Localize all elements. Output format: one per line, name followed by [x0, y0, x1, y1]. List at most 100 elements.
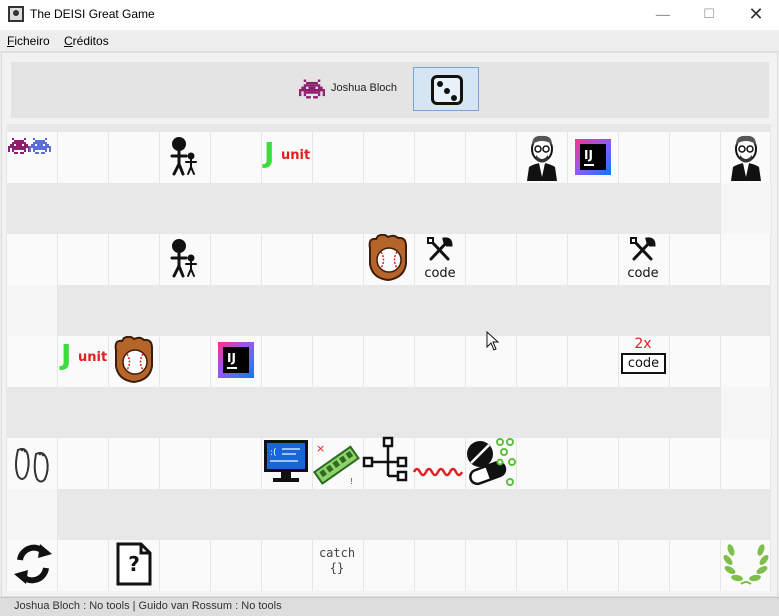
intellij-icon: IJ: [575, 139, 611, 175]
inheritance-icon: [170, 239, 197, 278]
board-square: [364, 132, 415, 183]
wrench-screwdriver-icon: [630, 237, 656, 261]
catch-braces-label: {}: [329, 561, 345, 575]
board-connector-square: [721, 183, 772, 234]
board-square: [568, 540, 619, 591]
tools-icon: code: [622, 236, 664, 284]
board-square: [160, 336, 211, 387]
board-square: [619, 132, 670, 183]
board-connector-square: [721, 387, 772, 438]
svg-text:IJ: IJ: [584, 148, 593, 162]
purple-invader-icon: [299, 79, 325, 99]
intellij-icon: IJ: [218, 342, 254, 378]
menu-ficheiro[interactable]: Ficheiro: [7, 34, 50, 48]
board-square: [109, 438, 160, 489]
roll-dice-button[interactable]: [413, 67, 479, 111]
duplicated-code-2x-label: 2x: [634, 336, 652, 352]
board-square: [160, 540, 211, 591]
baseball-glove-icon: [368, 234, 407, 282]
close-button[interactable]: ✕: [733, 0, 779, 30]
board-square: [670, 438, 721, 489]
board-square: [313, 234, 364, 285]
board-square: [670, 234, 721, 285]
board-square: [517, 438, 568, 489]
wrench-screwdriver-icon: [427, 237, 453, 261]
status-bar: Joshua Bloch : No tools | Guido van Ross…: [0, 597, 779, 616]
board-square: [415, 438, 466, 489]
board-square: [58, 540, 109, 591]
board-square: [415, 336, 466, 387]
maximize-button[interactable]: ☐: [686, 0, 732, 30]
board-square: [670, 540, 721, 591]
board-square: [262, 336, 313, 387]
laurel-icon: [723, 544, 769, 585]
board-square: [58, 132, 109, 183]
inheritance-icon: [170, 137, 197, 176]
board-square: [517, 234, 568, 285]
duplicated-code-icon: 2x code: [618, 336, 668, 378]
board-square: [517, 336, 568, 387]
catch-icon: catch {}: [312, 546, 362, 578]
dice-icon: [431, 75, 463, 105]
board-square: [211, 438, 262, 489]
board-square: [466, 540, 517, 591]
pills-icon: [467, 438, 516, 486]
app-icon: [8, 6, 24, 22]
board-square: [466, 234, 517, 285]
tools-code-label: code: [627, 266, 659, 281]
blue-invader-icon: [29, 138, 51, 154]
board-square: [619, 438, 670, 489]
board-square: [415, 540, 466, 591]
board-square: [364, 540, 415, 591]
board-connector-square: [7, 285, 58, 336]
programmer-icon: [731, 135, 761, 181]
board-square: [466, 132, 517, 183]
board-square: [568, 336, 619, 387]
board-square: [7, 234, 58, 285]
board-square: [262, 540, 313, 591]
blue-screen-icon: :(: [264, 440, 308, 482]
svg-text::(: :(: [270, 448, 277, 458]
minimize-button[interactable]: —: [640, 0, 686, 30]
svg-text:!: !: [350, 477, 353, 486]
svg-text:×: ×: [316, 442, 325, 455]
window-title: The DEISI Great Game: [30, 7, 155, 21]
memory-icon: × !: [312, 442, 360, 486]
menu-creditos[interactable]: Créditos: [64, 34, 109, 48]
cycle-icon: [14, 544, 52, 584]
board-square: [58, 438, 109, 489]
baseball-glove-icon: [114, 336, 153, 384]
board-square: [160, 438, 211, 489]
board-square: [415, 132, 466, 183]
board-square: [313, 132, 364, 183]
board-square: [109, 234, 160, 285]
board-square: [7, 336, 58, 387]
board-connector-square: [7, 489, 58, 540]
current-player-name: Joshua Bloch: [331, 82, 398, 94]
board-square: [517, 540, 568, 591]
board-square: [619, 540, 670, 591]
board-square: [721, 336, 771, 387]
svg-text:IJ: IJ: [227, 351, 236, 365]
board-square: [670, 132, 721, 183]
menu-bar: Ficheiro Créditos: [0, 30, 779, 52]
board-square: [568, 234, 619, 285]
board-square: [262, 234, 313, 285]
board-square: [568, 438, 619, 489]
board-square: [364, 336, 415, 387]
tree-icon: [362, 436, 408, 482]
tools-icon: code: [419, 236, 461, 284]
unknown-file-icon: ?: [115, 541, 153, 587]
programmer-icon: [527, 135, 557, 181]
board-square: [109, 132, 160, 183]
duplicated-code-label: code: [621, 353, 666, 374]
title-bar: The DEISI Great Game — ☐ ✕: [0, 0, 779, 30]
tools-code-label: code: [424, 266, 456, 281]
board-square: [211, 540, 262, 591]
junit-icon: J unit: [61, 338, 108, 371]
side-effects-icon: [412, 467, 464, 477]
junit-icon: J unit: [264, 136, 311, 169]
board-square: [211, 234, 262, 285]
mouse-cursor-icon: [486, 331, 500, 351]
tools-status-text: Joshua Bloch : No tools | Guido van Ross…: [14, 600, 282, 612]
